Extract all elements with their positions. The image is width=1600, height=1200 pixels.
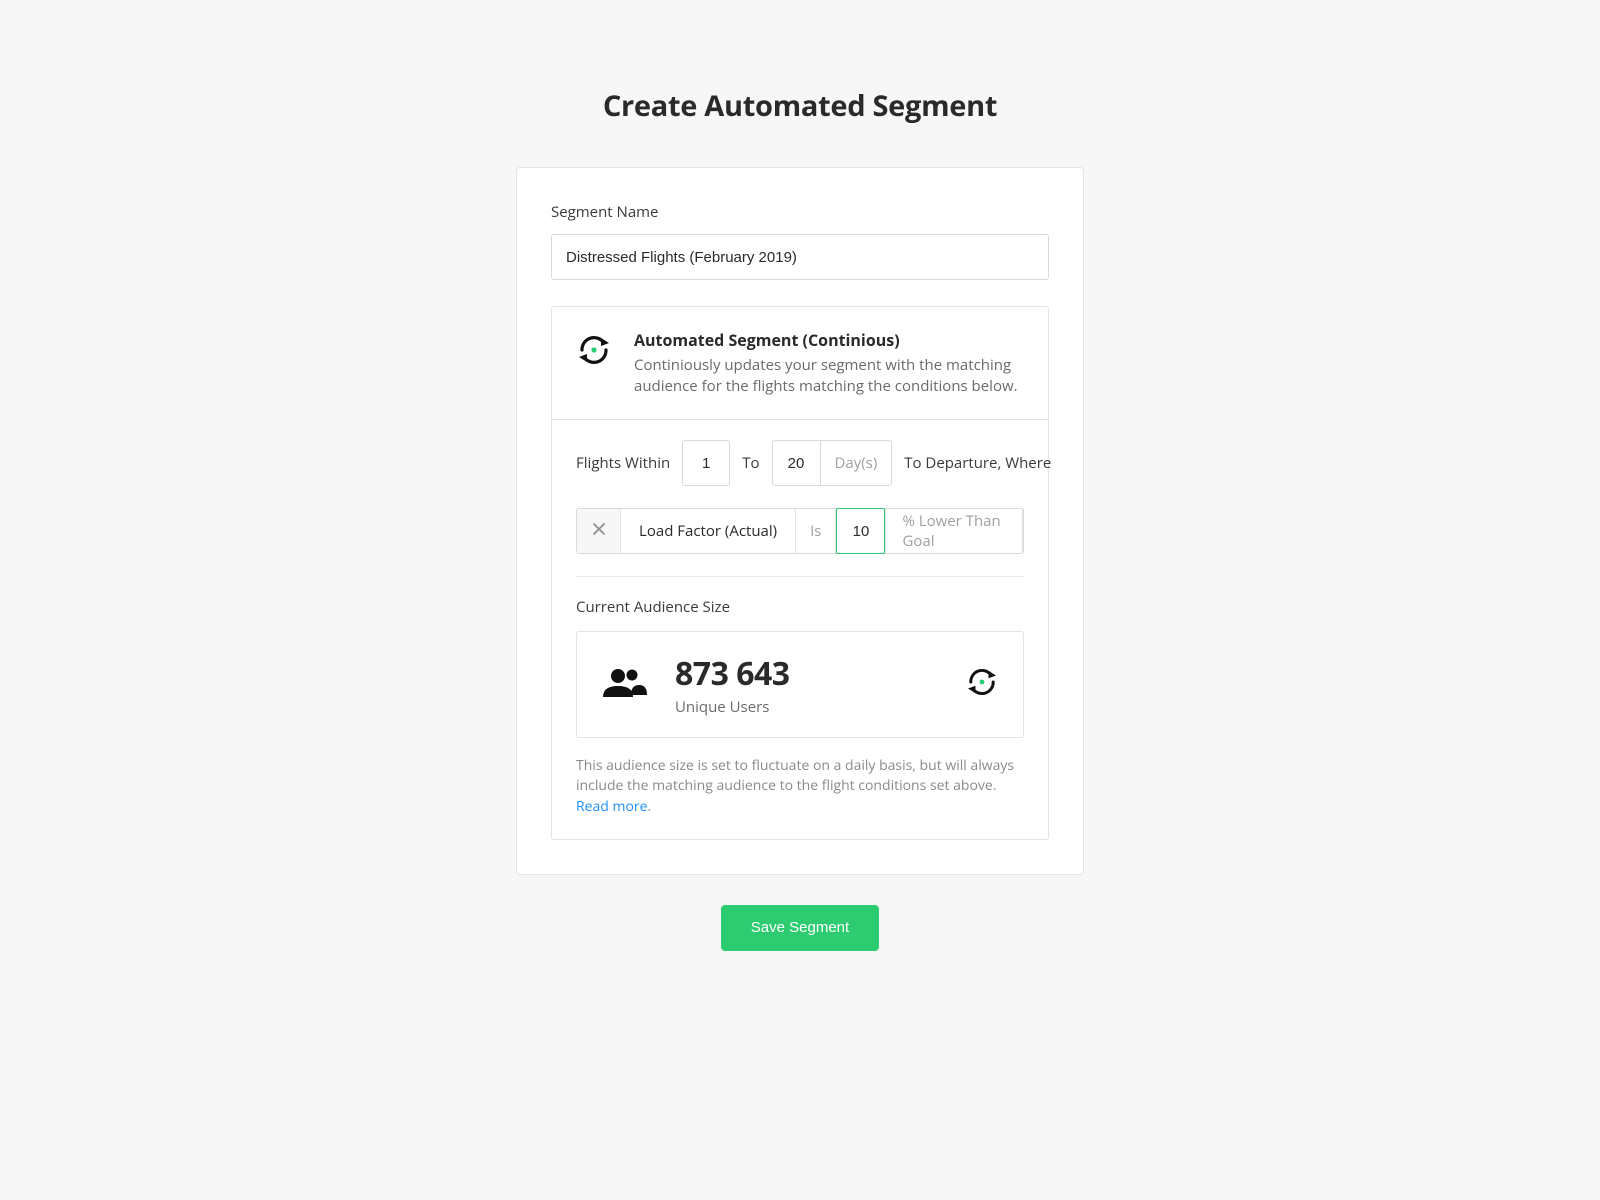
- value-input[interactable]: [836, 508, 885, 554]
- audience-card: 873 643 Unique Users: [576, 631, 1024, 738]
- segment-card: Segment Name Automated Segment (Continio…: [516, 167, 1084, 875]
- conditions-section: Flights Within To Day(s) To Departure, W…: [552, 420, 1048, 554]
- read-more-link[interactable]: Read more: [576, 797, 647, 816]
- divider: [576, 576, 1024, 577]
- time-range-row: Flights Within To Day(s) To Departure, W…: [576, 440, 1024, 486]
- from-input[interactable]: [682, 440, 730, 486]
- note-text: This audience size is set to fluctuate o…: [576, 756, 1014, 795]
- refresh-icon: [965, 668, 999, 701]
- page-title: Create Automated Segment: [603, 86, 997, 125]
- metric-select[interactable]: Load Factor (Actual): [621, 509, 796, 553]
- close-icon: [592, 521, 606, 541]
- filter-row: Load Factor (Actual) Is % Lower Than Goa…: [576, 508, 1024, 554]
- audience-sublabel: Unique Users: [675, 697, 790, 717]
- audience-note: This audience size is set to fluctuate o…: [576, 756, 1024, 817]
- within-label: Flights Within: [576, 453, 670, 473]
- suffix-label: To Departure, Where: [904, 453, 1051, 473]
- users-icon: [601, 664, 649, 705]
- to-label: To: [742, 453, 759, 473]
- value-cell: [836, 509, 886, 553]
- info-header: Automated Segment (Continious) Continiou…: [552, 307, 1048, 420]
- audience-count: 873 643: [675, 652, 790, 695]
- remove-filter-button[interactable]: [577, 509, 621, 553]
- save-segment-button[interactable]: Save Segment: [721, 905, 879, 951]
- audience-label: Current Audience Size: [576, 597, 1024, 617]
- is-label: Is: [796, 509, 836, 553]
- to-input[interactable]: [772, 440, 820, 486]
- segment-name-label: Segment Name: [551, 202, 1049, 222]
- segment-name-input[interactable]: [551, 234, 1049, 280]
- audience-section: Current Audience Size 873 643: [552, 597, 1048, 839]
- info-description: Continiously updates your segment with t…: [634, 355, 1024, 397]
- info-panel: Automated Segment (Continious) Continiou…: [551, 306, 1049, 840]
- refresh-icon: [576, 335, 612, 370]
- comparison-select[interactable]: % Lower Than Goal: [886, 509, 1023, 553]
- note-suffix: .: [647, 797, 651, 816]
- info-title: Automated Segment (Continious): [634, 329, 1024, 351]
- unit-select[interactable]: Day(s): [820, 440, 893, 486]
